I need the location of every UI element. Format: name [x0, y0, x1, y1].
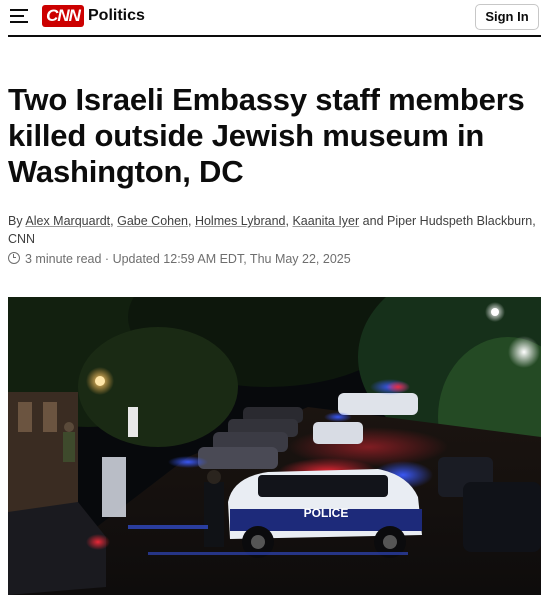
author-link[interactable]: Alex Marquardt — [25, 214, 110, 228]
author-link[interactable]: Kaanita Iyer — [292, 214, 359, 228]
byline-prefix: By — [8, 214, 23, 228]
article-headline: Two Israeli Embassy staff members killed… — [8, 82, 525, 189]
police-car-label: POLICE — [304, 506, 349, 520]
author-link[interactable]: Holmes Lybrand — [195, 214, 286, 228]
hamburger-menu-icon[interactable] — [10, 9, 28, 23]
byline-and: and — [362, 214, 384, 228]
updated-timestamp: Updated 12:59 AM EDT, Thu May 22, 2025 — [112, 252, 351, 266]
author-link[interactable]: Gabe Cohen — [117, 214, 188, 228]
article-photo[interactable]: POLICE — [8, 297, 541, 595]
site-header: CNN Politics Sign In — [0, 0, 549, 36]
byline: By Alex Marquardt, Gabe Cohen, Holmes Ly… — [8, 214, 536, 246]
meta-separator: · — [104, 252, 110, 266]
byline-outlet: CNN — [8, 232, 36, 246]
section-label[interactable]: Politics — [88, 6, 145, 26]
police-scene-illustration: POLICE — [8, 297, 541, 595]
sign-in-button[interactable]: Sign In — [475, 4, 539, 30]
cnn-logo[interactable]: CNN — [42, 5, 84, 27]
clock-icon — [8, 252, 20, 264]
author-name: Piper Hudspeth Blackburn — [387, 214, 533, 228]
header-divider — [8, 35, 541, 37]
read-time: 3 minute read — [25, 252, 102, 266]
article-meta: 3 minute read · Updated 12:59 AM EDT, Th… — [8, 251, 538, 267]
